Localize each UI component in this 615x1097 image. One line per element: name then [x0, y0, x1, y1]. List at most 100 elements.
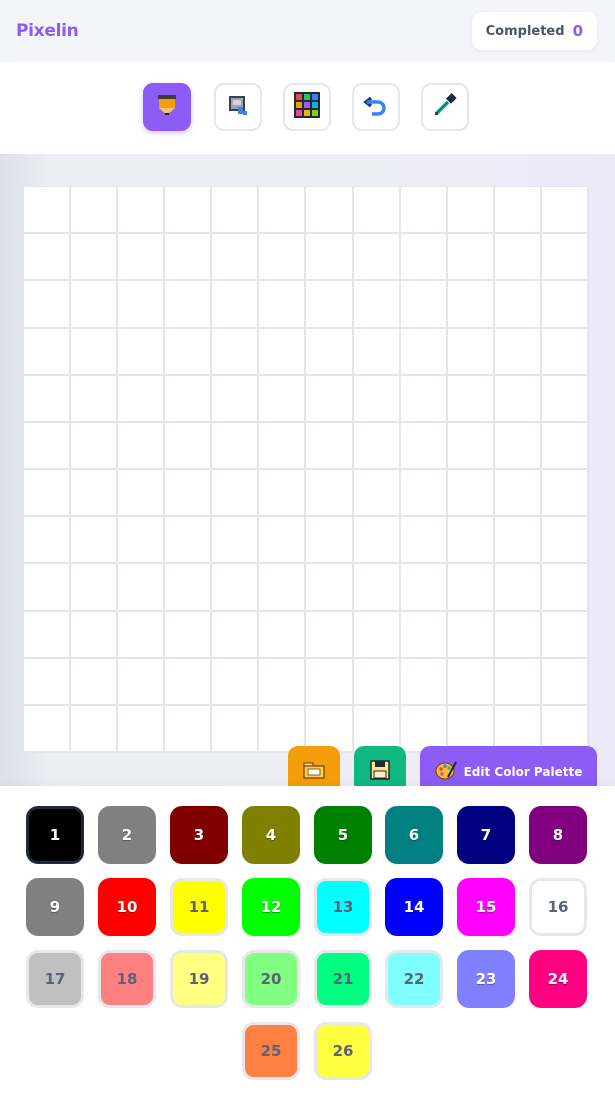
pixel-cell[interactable]: [165, 470, 213, 518]
pixel-cell[interactable]: [494, 611, 542, 659]
pixel-cell[interactable]: [165, 375, 213, 423]
pixel-cell[interactable]: [306, 564, 354, 612]
pixel-cell[interactable]: [165, 234, 213, 282]
pixel-cell[interactable]: [71, 658, 119, 706]
color-swatch-2[interactable]: 2: [98, 806, 156, 864]
color-swatch-22[interactable]: 22: [385, 950, 443, 1008]
color-swatch-9[interactable]: 9: [26, 878, 84, 936]
pixel-cell[interactable]: [259, 470, 307, 518]
pixel-cell[interactable]: [353, 187, 401, 235]
pixel-cell[interactable]: [494, 187, 542, 235]
pixel-cell[interactable]: [400, 470, 448, 518]
color-swatch-12[interactable]: 12: [242, 878, 300, 936]
pixel-cell[interactable]: [494, 375, 542, 423]
color-swatch-1[interactable]: 1: [26, 806, 84, 864]
color-swatch-4[interactable]: 4: [242, 806, 300, 864]
pixel-cell[interactable]: [306, 328, 354, 376]
undo-tool[interactable]: [352, 83, 400, 131]
pixel-cell[interactable]: [259, 375, 307, 423]
pixel-cell[interactable]: [71, 328, 119, 376]
pixel-cell[interactable]: [24, 281, 72, 329]
pixel-cell[interactable]: [165, 422, 213, 470]
pixel-cell[interactable]: [212, 187, 260, 235]
pixel-canvas[interactable]: [23, 186, 589, 753]
pixel-cell[interactable]: [118, 611, 166, 659]
color-swatch-5[interactable]: 5: [314, 806, 372, 864]
pixel-cell[interactable]: [165, 564, 213, 612]
pixel-cell[interactable]: [165, 611, 213, 659]
pixel-cell[interactable]: [212, 470, 260, 518]
pixel-cell[interactable]: [306, 187, 354, 235]
pixel-cell[interactable]: [400, 281, 448, 329]
pixel-cell[interactable]: [212, 422, 260, 470]
pixel-cell[interactable]: [24, 705, 72, 753]
pixel-cell[interactable]: [165, 705, 213, 753]
pixel-cell[interactable]: [118, 705, 166, 753]
color-swatch-10[interactable]: 10: [98, 878, 156, 936]
pixel-cell[interactable]: [259, 564, 307, 612]
pixel-cell[interactable]: [212, 705, 260, 753]
pixel-cell[interactable]: [353, 564, 401, 612]
pixel-cell[interactable]: [306, 234, 354, 282]
pixel-cell[interactable]: [400, 375, 448, 423]
pixel-cell[interactable]: [212, 564, 260, 612]
pixel-cell[interactable]: [353, 517, 401, 565]
color-swatch-18[interactable]: 18: [98, 950, 156, 1008]
color-swatch-8[interactable]: 8: [529, 806, 587, 864]
pixel-cell[interactable]: [24, 328, 72, 376]
pixel-cell[interactable]: [212, 517, 260, 565]
pixel-cell[interactable]: [494, 328, 542, 376]
pixel-cell[interactable]: [447, 422, 495, 470]
pixel-cell[interactable]: [259, 517, 307, 565]
pixel-cell[interactable]: [400, 658, 448, 706]
pixel-cell[interactable]: [71, 470, 119, 518]
color-swatch-23[interactable]: 23: [457, 950, 515, 1008]
pixel-cell[interactable]: [353, 234, 401, 282]
pixel-cell[interactable]: [494, 234, 542, 282]
pixel-cell[interactable]: [306, 281, 354, 329]
pixel-cell[interactable]: [400, 234, 448, 282]
pixel-cell[interactable]: [541, 422, 589, 470]
pixel-cell[interactable]: [541, 658, 589, 706]
pixel-cell[interactable]: [494, 658, 542, 706]
pixel-cell[interactable]: [400, 564, 448, 612]
pixel-cell[interactable]: [541, 234, 589, 282]
pixel-cell[interactable]: [118, 187, 166, 235]
pixel-cell[interactable]: [118, 375, 166, 423]
pixel-cell[interactable]: [24, 470, 72, 518]
pixel-cell[interactable]: [447, 564, 495, 612]
pixel-cell[interactable]: [71, 375, 119, 423]
color-swatch-17[interactable]: 17: [26, 950, 84, 1008]
pixel-cell[interactable]: [541, 281, 589, 329]
color-swatch-14[interactable]: 14: [385, 878, 443, 936]
pixel-cell[interactable]: [447, 234, 495, 282]
pixel-cell[interactable]: [306, 375, 354, 423]
pixel-cell[interactable]: [400, 517, 448, 565]
pencil-tool[interactable]: [143, 83, 191, 131]
pixel-cell[interactable]: [306, 517, 354, 565]
pixel-cell[interactable]: [71, 611, 119, 659]
pixel-cell[interactable]: [259, 422, 307, 470]
pixel-cell[interactable]: [447, 658, 495, 706]
pixel-cell[interactable]: [71, 564, 119, 612]
pixel-cell[interactable]: [353, 328, 401, 376]
pixel-cell[interactable]: [259, 234, 307, 282]
pixel-cell[interactable]: [165, 328, 213, 376]
pixel-cell[interactable]: [400, 187, 448, 235]
pixel-cell[interactable]: [541, 187, 589, 235]
color-swatch-11[interactable]: 11: [170, 878, 228, 936]
pixel-cell[interactable]: [71, 281, 119, 329]
pixel-cell[interactable]: [118, 470, 166, 518]
pixel-cell[interactable]: [306, 658, 354, 706]
pixel-cell[interactable]: [353, 470, 401, 518]
color-swatch-25[interactable]: 25: [242, 1022, 300, 1080]
pixel-cell[interactable]: [212, 234, 260, 282]
pixel-cell[interactable]: [494, 281, 542, 329]
pixel-cell[interactable]: [400, 328, 448, 376]
pixel-cell[interactable]: [494, 422, 542, 470]
color-swatch-3[interactable]: 3: [170, 806, 228, 864]
color-swatch-13[interactable]: 13: [314, 878, 372, 936]
pixel-cell[interactable]: [494, 470, 542, 518]
pixel-cell[interactable]: [24, 375, 72, 423]
pixel-cell[interactable]: [71, 517, 119, 565]
